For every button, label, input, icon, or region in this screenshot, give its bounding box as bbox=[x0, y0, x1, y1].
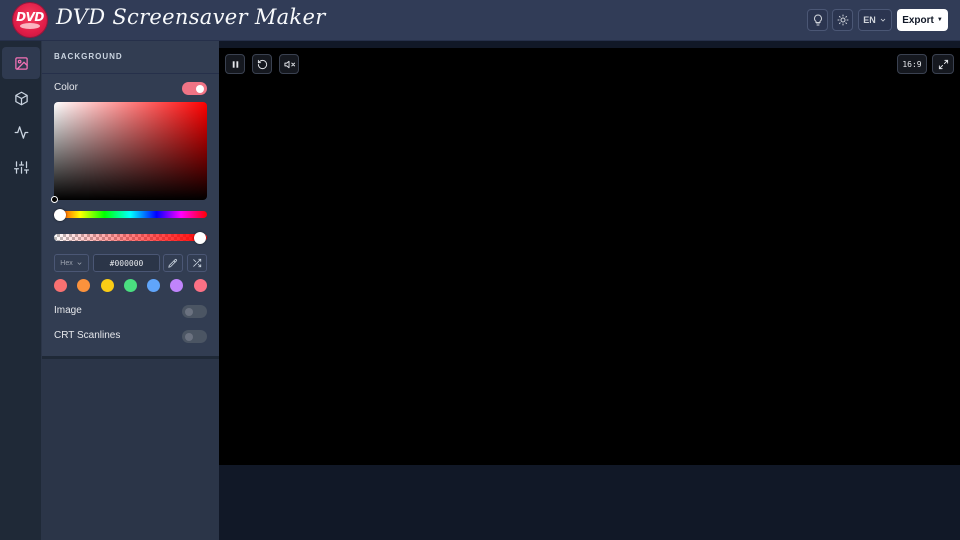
dvd-logo: DVD bbox=[13, 3, 47, 37]
restart-button[interactable] bbox=[252, 54, 272, 74]
rail-item-settings[interactable] bbox=[2, 151, 40, 183]
tips-button[interactable] bbox=[807, 9, 828, 31]
swatch-yellow[interactable] bbox=[101, 279, 114, 292]
eyedropper-icon bbox=[168, 258, 178, 268]
fullscreen-button[interactable] bbox=[932, 54, 954, 74]
section-title: BACKGROUND bbox=[54, 52, 123, 61]
app-title: DVD Screensaver Maker bbox=[56, 5, 326, 29]
chevron-down-icon bbox=[880, 18, 886, 22]
mute-button[interactable] bbox=[279, 54, 299, 74]
lightbulb-icon bbox=[813, 14, 822, 26]
theme-toggle-button[interactable] bbox=[832, 9, 853, 31]
sliders-icon bbox=[13, 160, 29, 174]
aspect-ratio-button[interactable]: 16:9 bbox=[897, 54, 927, 74]
background-section: BACKGROUND Color Hex #000000 Image CRT S… bbox=[42, 41, 219, 359]
color-label: Color bbox=[54, 82, 78, 93]
fullscreen-icon bbox=[938, 59, 948, 69]
crt-scanlines-label: CRT Scanlines bbox=[54, 330, 121, 341]
swatch-green[interactable] bbox=[124, 279, 137, 292]
crt-scanlines-toggle[interactable] bbox=[182, 330, 207, 343]
hue-slider[interactable] bbox=[54, 211, 207, 218]
color-toggle[interactable] bbox=[182, 82, 207, 95]
alpha-slider-knob[interactable] bbox=[194, 232, 206, 244]
image-toggle[interactable] bbox=[182, 305, 207, 318]
language-select[interactable]: EN bbox=[858, 9, 892, 31]
saturation-picker[interactable] bbox=[51, 102, 207, 203]
app-header: DVD DVD Screensaver Maker EN Export ▼ bbox=[0, 0, 960, 41]
hue-slider-knob[interactable] bbox=[54, 209, 66, 221]
color-format-select[interactable]: Hex bbox=[54, 254, 89, 272]
swatch-orange[interactable] bbox=[77, 279, 90, 292]
swatch-purple[interactable] bbox=[170, 279, 183, 292]
activity-icon bbox=[14, 125, 28, 139]
rail-item-motion[interactable] bbox=[2, 116, 40, 148]
color-format-value: Hex bbox=[60, 259, 73, 267]
rail-item-logo[interactable] bbox=[2, 82, 40, 114]
cube-icon bbox=[14, 91, 28, 105]
alpha-slider[interactable] bbox=[54, 234, 207, 241]
rail-item-background[interactable] bbox=[2, 47, 40, 79]
swatch-red[interactable] bbox=[54, 279, 67, 292]
eyedropper-button[interactable] bbox=[163, 254, 183, 272]
sun-icon bbox=[837, 14, 848, 26]
shuffle-icon bbox=[193, 258, 202, 268]
pause-button[interactable] bbox=[225, 54, 245, 74]
caret-down-icon: ▼ bbox=[936, 17, 943, 23]
export-label: Export bbox=[902, 14, 934, 26]
settings-panel: BACKGROUND Color Hex #000000 Image CRT S… bbox=[42, 41, 219, 540]
logo-text: DVD bbox=[16, 10, 44, 24]
language-value: EN bbox=[863, 15, 876, 25]
mute-icon bbox=[283, 60, 295, 68]
hex-input[interactable]: #000000 bbox=[93, 254, 160, 272]
swatch-pink[interactable] bbox=[194, 279, 207, 292]
chevron-down-icon bbox=[77, 261, 82, 265]
preview-canvas[interactable] bbox=[219, 48, 960, 465]
picker-handle[interactable] bbox=[51, 196, 58, 203]
sidebar-rail bbox=[0, 41, 42, 540]
swatch-blue[interactable] bbox=[147, 279, 160, 292]
pause-icon bbox=[232, 60, 238, 68]
image-label: Image bbox=[54, 305, 82, 316]
image-icon bbox=[14, 56, 28, 70]
export-button[interactable]: Export ▼ bbox=[897, 9, 948, 31]
restart-icon bbox=[257, 59, 267, 69]
random-color-button[interactable] bbox=[187, 254, 207, 272]
